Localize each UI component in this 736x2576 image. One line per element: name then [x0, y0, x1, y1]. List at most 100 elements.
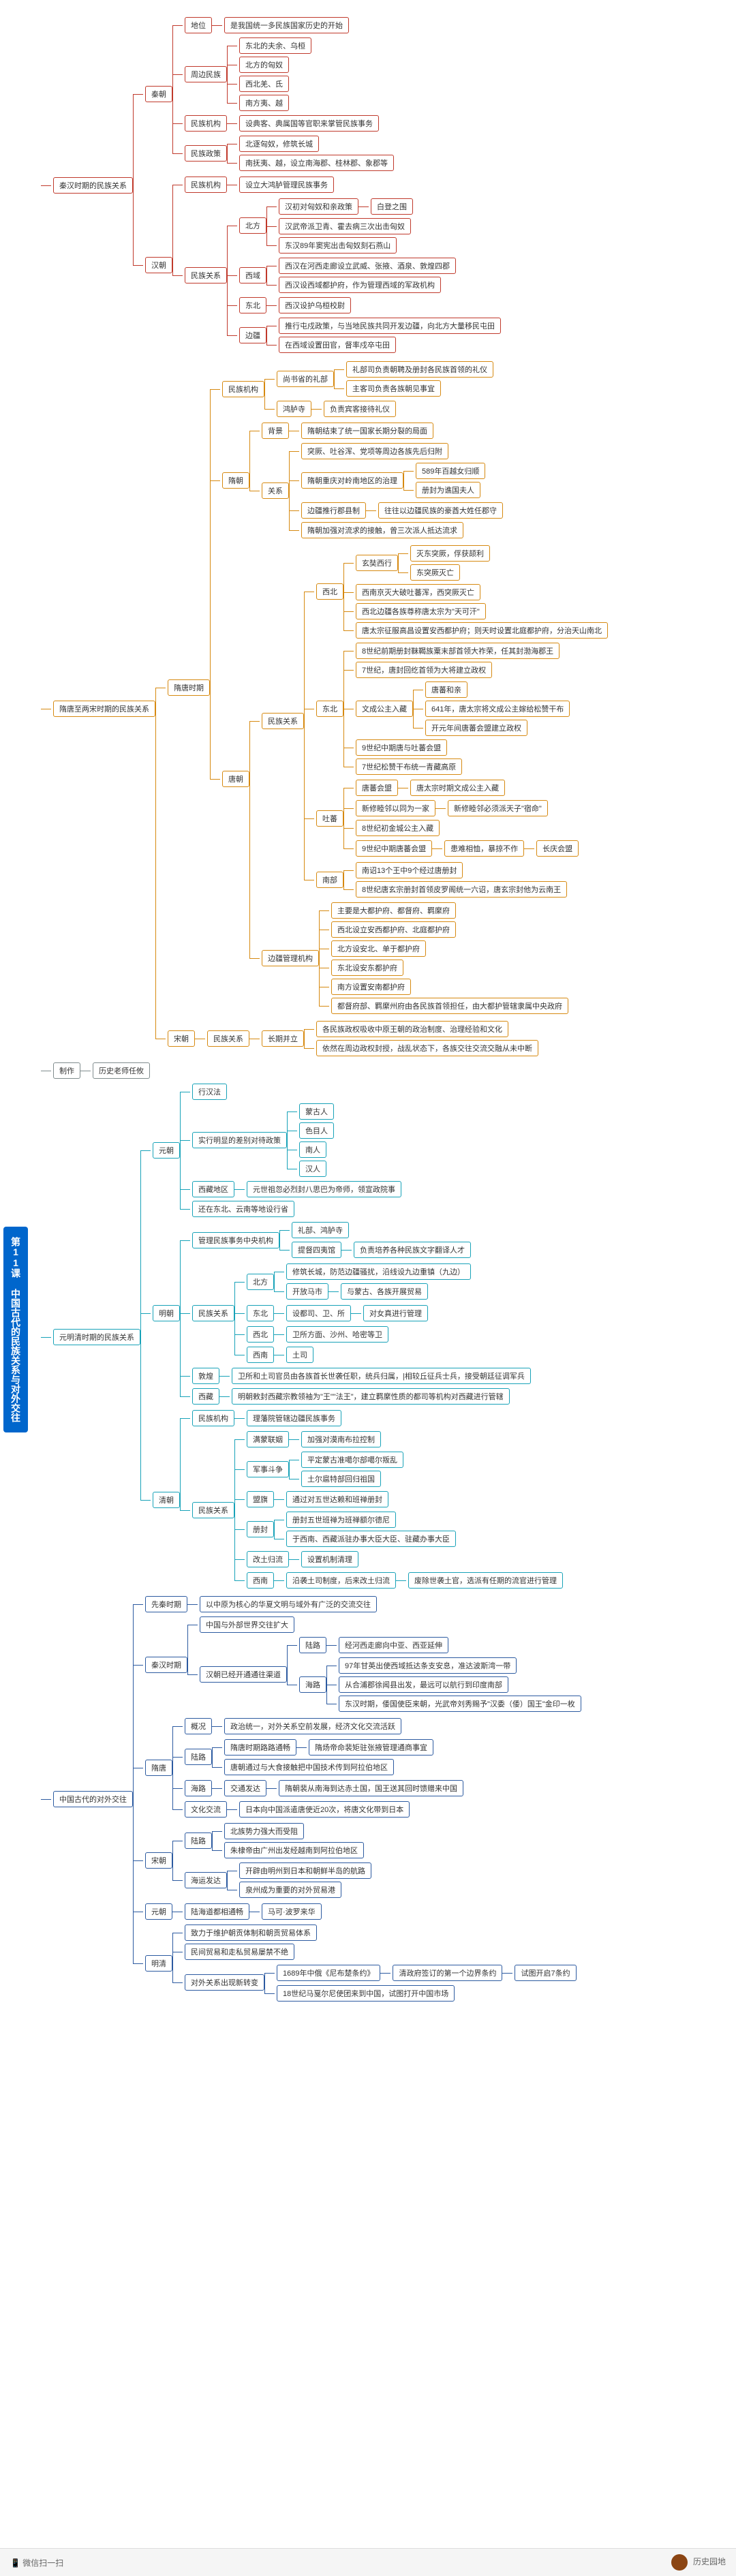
leaf: 与蒙古、各族开展贸易	[341, 1283, 428, 1300]
leaf: 提督四夷馆	[292, 1242, 341, 1258]
leaf: 负责培养各种民族文字翻译人才	[354, 1242, 471, 1258]
leaf: 通过对五世达赖和班禅册封	[286, 1491, 388, 1507]
footer-author: 历史园地	[693, 2557, 726, 2566]
ming-jg: 管理民族事务中央机构	[192, 1232, 279, 1248]
leaf: 沿袭土司制度，后来改土归流	[286, 1572, 396, 1589]
leaf: 土尔扈特部回归祖国	[301, 1471, 381, 1487]
leaf: 卫所和土司官员由各族首长世袭任职，统兵归属，|相较丘征兵士兵，接受朝廷征调军兵	[232, 1368, 531, 1384]
st-ll: 陆路	[185, 1749, 212, 1765]
leaf: 民间贸易和走私贸易屡禁不绝	[185, 1944, 294, 1960]
leaf: 经河西走廊向中亚、西亚延伸	[339, 1637, 448, 1653]
author-name: 历史老师任攸	[93, 1062, 150, 1079]
leaf: 交通发达	[224, 1780, 266, 1796]
leaf: 西南京灭大破吐蕃浑，西突厥灭亡	[356, 584, 480, 600]
leaf: 97年甘英出使西域抵达条支安息，准达波斯湾一带	[339, 1657, 517, 1674]
leaf: 依然在周边政权封授，战乱状态下，各族交往交流交融从未中断	[316, 1040, 538, 1056]
leaf: 突厥、吐谷浑、党项等周边各族先后归附	[301, 443, 448, 459]
leaf: 18世纪马戛尔尼使团来到中国，试图打开中国市场	[277, 1985, 455, 2002]
leaf: 日本向中国派遣唐使近20次，将唐文化带到日本	[239, 1801, 410, 1818]
footer: 📱 微信扫一扫 历史园地	[0, 2548, 736, 2576]
leaf: 主客司负责各族朝见事宜	[346, 380, 441, 397]
han-bj: 边疆	[239, 327, 266, 343]
root-node: 第11课 中国古代的民族关系与对外交往	[3, 1227, 28, 1432]
leaf: 明朝敕封西藏宗教领袖为"王""法王"，建立羁縻性质的都司等机构对西藏进行管辖	[232, 1388, 510, 1405]
yd: 元朝	[145, 1903, 172, 1920]
sui: 隋朝	[222, 472, 249, 489]
qing-cf: 册封	[247, 1521, 274, 1537]
leaf: 唐蕃会盟	[356, 780, 398, 796]
han-db: 东北	[239, 297, 266, 313]
leaf: 设都司、卫、所	[286, 1305, 351, 1321]
qing-gx: 民族关系	[192, 1502, 234, 1518]
leaf: 设立大鸿胪管理民族事务	[239, 177, 334, 193]
section-foreign: 中国古代的对外交往	[53, 1791, 133, 1807]
leaf: 7世纪松赞干布统一青藏高原	[356, 758, 462, 775]
han: 汉朝	[145, 257, 172, 273]
leaf: 卫所方面、沙州、哈密等卫	[286, 1326, 388, 1343]
avatar-icon	[671, 2554, 688, 2571]
leaf: 废除世袭土官，选派有任期的流官进行管理	[408, 1572, 563, 1589]
leaf: 隋唐时期路路通畅	[224, 1739, 296, 1755]
leaf: 册封为谯国夫人	[416, 482, 480, 498]
leaf: 东突厥灭亡	[410, 564, 460, 581]
leaf: 唐朝通过与大食接触把中国技术传到阿拉伯地区	[224, 1759, 394, 1775]
qing: 清朝	[153, 1492, 180, 1508]
leaf: 开辟由明州到日本和朝鲜半岛的航路	[239, 1862, 371, 1879]
song-cq: 长期并立	[262, 1030, 304, 1047]
leaf: 新修睦邻以同为一家	[356, 800, 435, 816]
qing-ds: 满蒙联姻	[247, 1431, 289, 1447]
leaf: 汉武帝派卫青、霍去病三次出击匈奴	[279, 218, 411, 234]
ming-xn: 西南	[247, 1347, 274, 1363]
leaf: 推行屯戍政策，与当地民族共同开发边疆，向北方大量移民屯田	[279, 318, 501, 334]
leaf: 1689年中俄《尼布楚条约》	[277, 1965, 380, 1981]
suitang-period: 隋唐时期	[168, 679, 210, 696]
leaf: 负责宾客接待礼仪	[324, 401, 396, 417]
tang-nb: 南部	[316, 872, 343, 888]
ming-bei: 北方	[247, 1274, 274, 1290]
leaf: 8世纪初金城公主入藏	[356, 820, 440, 836]
leaf: 从合浦郡徐闻县出发，最远可以航行到印度南部	[339, 1676, 508, 1693]
qing-gtl: 改土归流	[247, 1551, 289, 1567]
leaf: 主要是大都护府、都督府、羁縻府	[331, 902, 456, 919]
han-xi: 西域	[239, 267, 266, 283]
leaf: 平定蒙古准噶尔部噶尔叛乱	[301, 1452, 403, 1468]
leaf: 隋朝结束了统一国家长期分裂的局面	[301, 423, 433, 439]
leaf: 陆海道都相通畅	[185, 1903, 249, 1920]
qin-zhengce: 民族政策	[185, 145, 227, 162]
leaf: 礼部司负责朝聘及册封各民族首领的礼仪	[346, 361, 493, 378]
leaf: 9世纪中期唐蕃会盟	[356, 840, 432, 857]
author-section: 制作	[53, 1062, 80, 1079]
ming-xb: 西北	[247, 1326, 274, 1343]
leaf: 南抚夷、越，设立南海郡、桂林郡、象郡等	[239, 155, 394, 171]
leaf: 对女真进行管理	[363, 1305, 428, 1321]
leaf: 东北的夫余、乌桓	[239, 37, 311, 54]
leaf: 隋炀帝命裴矩驻张掖管理通商事宜	[309, 1739, 433, 1755]
leaf: 南人	[299, 1141, 326, 1158]
hai: 海路	[299, 1676, 326, 1693]
leaf: 开元年间唐蕃会盟建立政权	[425, 720, 527, 736]
ming-gx: 民族关系	[192, 1305, 234, 1321]
ming-dl: 敦煌	[192, 1368, 219, 1384]
leaf: 都督府部、羁縻州府由各民族首领担任，由大都护管辖隶属中央政府	[331, 998, 568, 1014]
st: 隋唐	[145, 1760, 172, 1776]
qin-zhoubian: 周边民族	[185, 66, 227, 82]
leaf: 唐太宗征服高昌设置安西都护府；则天时设置北庭都护府，分治天山南北	[356, 622, 608, 639]
leaf: 汉初对匈奴和亲政策	[279, 198, 358, 215]
song-ll: 陆路	[185, 1833, 212, 1849]
leaf: 在西域设置田官，督率戍卒屯田	[279, 337, 396, 353]
qing-xn: 西南	[247, 1572, 274, 1589]
songc: 宋朝	[145, 1852, 172, 1869]
ming-xz: 西藏	[192, 1388, 219, 1405]
leaf: 土司	[286, 1347, 313, 1363]
leaf: 9世纪中期唐与吐蕃会盟	[356, 739, 447, 756]
qin: 秦朝	[145, 86, 172, 102]
jigou: 民族机构	[222, 381, 264, 397]
qh: 秦汉时期	[145, 1657, 187, 1673]
leaf: 加强对漠南布拉控制	[301, 1431, 381, 1447]
tang-xb: 西北	[316, 583, 343, 600]
leaf: 西北设立安西都护府、北庭都护府	[331, 921, 456, 938]
sui-bj: 背景	[262, 423, 289, 439]
tang-bjjg: 边疆管理机构	[262, 950, 319, 966]
leaf: 东汉89年窦宪出击匈奴刻石燕山	[279, 237, 397, 254]
dw: 对外关系出现新转变	[185, 1974, 264, 1991]
